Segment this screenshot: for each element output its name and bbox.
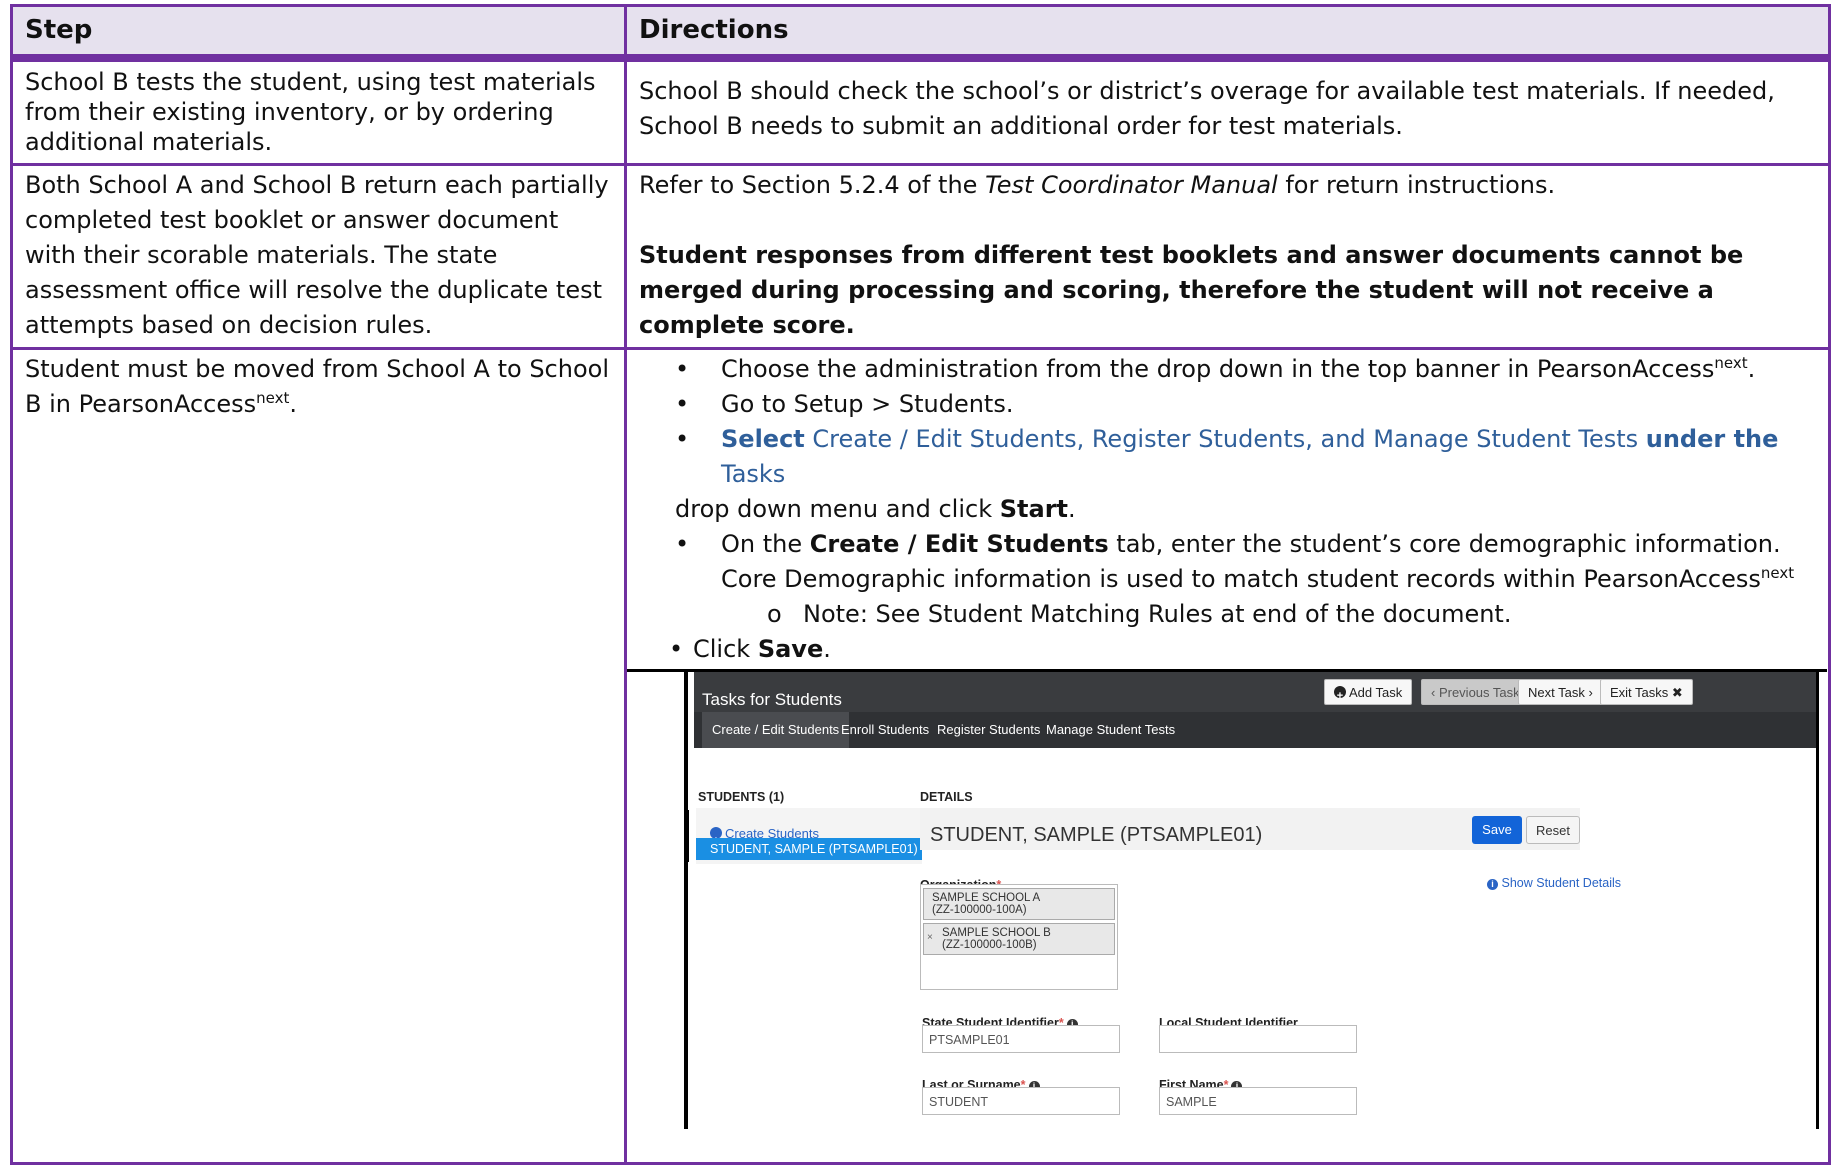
return-instructions: Refer to Section 5.2.4 of the Test Coord… bbox=[639, 171, 1556, 199]
tab-create-edit-students[interactable]: Create / Edit Students bbox=[702, 712, 850, 748]
organization-select[interactable]: SAMPLE SCHOOL A (ZZ-100000-100A) × SAMPL… bbox=[920, 884, 1118, 990]
tab-register-students[interactable]: Register Students bbox=[927, 712, 1050, 748]
chevron-left-icon: ‹ bbox=[1431, 685, 1439, 700]
sub-list-item: Note: See Student Matching Rules at end … bbox=[767, 597, 1828, 632]
next-task-button[interactable]: Next Task › bbox=[1518, 679, 1603, 705]
close-icon: ✖ bbox=[1668, 685, 1683, 700]
table-row: Student must be moved from School A to S… bbox=[10, 347, 1831, 1165]
tasks-tabbar: Create / Edit Students Enroll Students R… bbox=[694, 712, 1816, 748]
table-row: School B tests the student, using test m… bbox=[10, 56, 1831, 166]
reset-button[interactable]: Reset bbox=[1526, 816, 1580, 844]
list-item: Select Create / Edit Students, Register … bbox=[675, 422, 1828, 492]
list-item: Choose the administration from the drop … bbox=[675, 352, 1828, 387]
student-detail-name: STUDENT, SAMPLE (PTSAMPLE01) bbox=[930, 824, 1263, 846]
merge-warning: Student responses from different test bo… bbox=[639, 241, 1744, 339]
directions-list: Choose the administration from the drop … bbox=[639, 352, 1828, 492]
local-student-identifier-input[interactable] bbox=[1159, 1025, 1357, 1053]
directions-cell: Choose the administration from the drop … bbox=[624, 347, 1831, 1165]
directions-cell: Refer to Section 5.2.4 of the Test Coord… bbox=[624, 163, 1831, 350]
list-item: Click Save. bbox=[669, 632, 1828, 667]
exit-tasks-button[interactable]: Exit Tasks ✖ bbox=[1600, 679, 1693, 705]
students-panel: Create Students STUDENT, SAMPLE (PTSAMPL… bbox=[696, 808, 922, 864]
tab-enroll-students[interactable]: Enroll Students bbox=[831, 712, 939, 748]
first-name-input[interactable]: SAMPLE bbox=[1159, 1087, 1357, 1115]
directions-cell: School B should check the school’s or di… bbox=[624, 56, 1831, 166]
header-directions: Directions bbox=[624, 4, 1831, 62]
screenshot-frame: Tasks for Students Add Task ‹ Previous T… bbox=[684, 669, 1819, 1129]
header-step: Step bbox=[10, 4, 627, 62]
step-cell: Both School A and School B return each p… bbox=[10, 163, 627, 350]
selected-student-item[interactable]: STUDENT, SAMPLE (PTSAMPLE01) bbox=[696, 838, 922, 860]
remove-icon[interactable]: × bbox=[927, 932, 933, 944]
embedded-screenshot: Tasks for Students Add Task ‹ Previous T… bbox=[627, 669, 1827, 1129]
directions-list: On the Create / Edit Students tab, enter… bbox=[639, 527, 1828, 597]
info-icon: i bbox=[1487, 879, 1498, 890]
table-header-row: Step Directions bbox=[10, 4, 1831, 62]
step-cell: School B tests the student, using test m… bbox=[10, 56, 627, 166]
last-name-input[interactable]: STUDENT bbox=[922, 1087, 1120, 1115]
list-continuation: drop down menu and click Start. bbox=[675, 495, 1076, 523]
table-row: Both School A and School B return each p… bbox=[10, 163, 1831, 350]
step-cell: Student must be moved from School A to S… bbox=[10, 347, 627, 1165]
chevron-right-icon: › bbox=[1584, 685, 1593, 700]
state-student-identifier-input[interactable]: PTSAMPLE01 bbox=[922, 1025, 1120, 1053]
show-student-details-link[interactable]: i Show Student Details bbox=[1484, 866, 1621, 901]
document-page: Step Directions School B tests the stude… bbox=[0, 0, 1837, 1168]
tab-manage-student-tests[interactable]: Manage Student Tests bbox=[1036, 712, 1185, 748]
previous-task-button[interactable]: ‹ Previous Task bbox=[1421, 679, 1530, 705]
add-task-button[interactable]: Add Task bbox=[1324, 679, 1413, 709]
plus-circle-icon bbox=[1334, 683, 1346, 709]
list-item: On the Create / Edit Students tab, enter… bbox=[675, 527, 1828, 597]
divider bbox=[688, 810, 689, 862]
save-button[interactable]: Save bbox=[1472, 816, 1522, 844]
organization-option[interactable]: SAMPLE SCHOOL A (ZZ-100000-100A) bbox=[923, 888, 1115, 920]
tasks-topbar: Tasks for Students Add Task ‹ Previous T… bbox=[694, 672, 1816, 712]
directions-table: Step Directions School B tests the stude… bbox=[10, 4, 1831, 1165]
organization-option[interactable]: × SAMPLE SCHOOL B (ZZ-100000-100B) bbox=[923, 923, 1115, 955]
list-item: Go to Setup > Students. bbox=[675, 387, 1828, 422]
